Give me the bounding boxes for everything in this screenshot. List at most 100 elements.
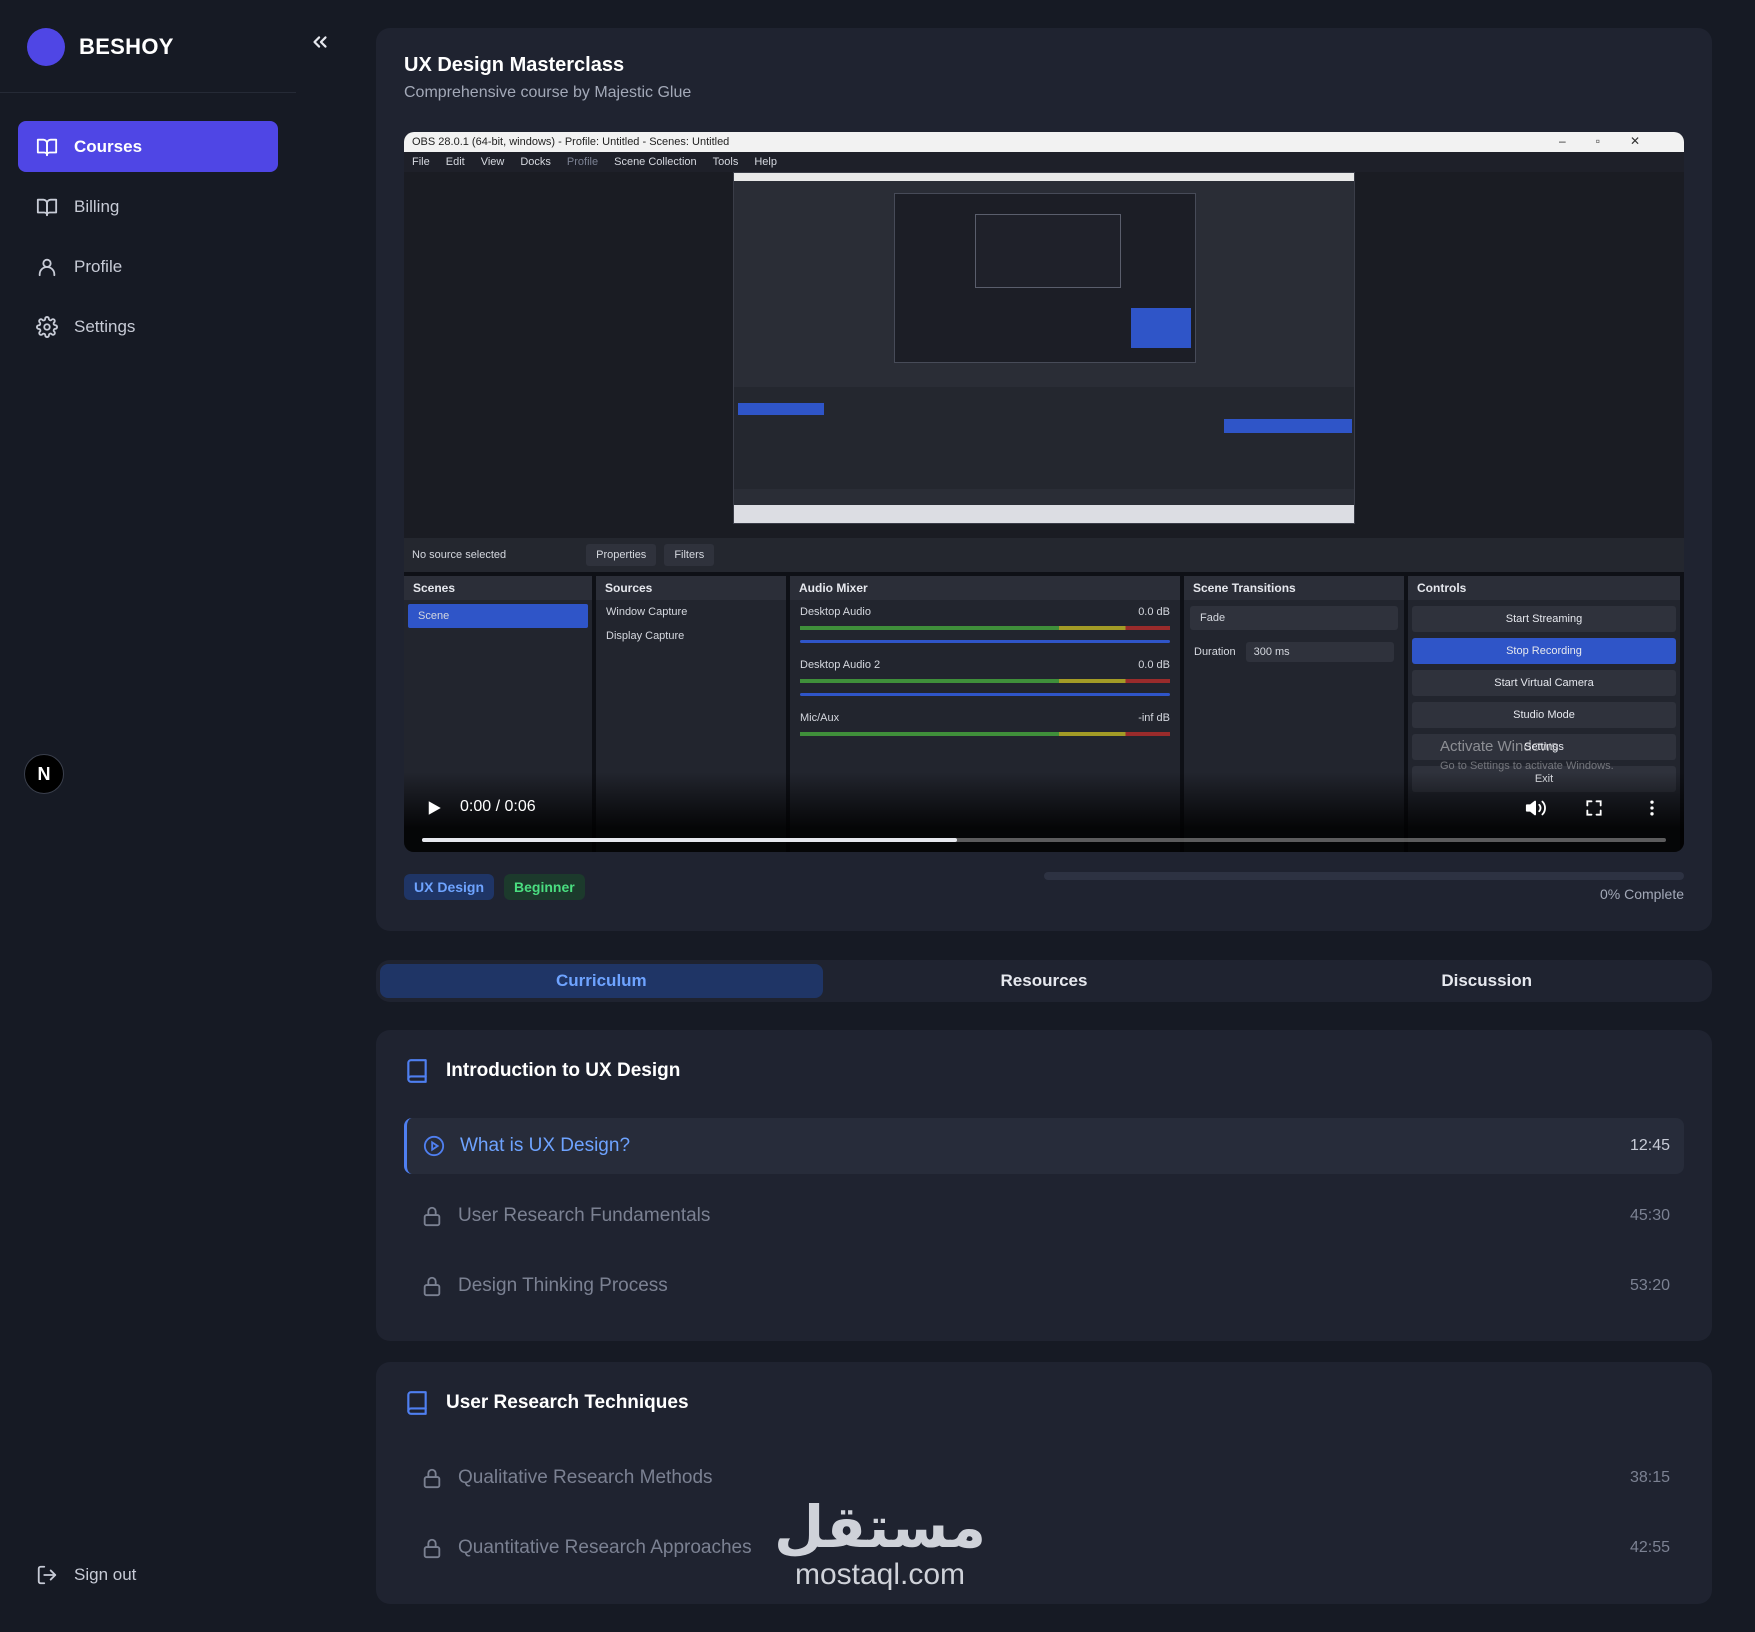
course-progress-label: 0% Complete: [1599, 886, 1684, 902]
chevrons-left-icon: [313, 36, 327, 48]
lesson-item[interactable]: User Research Fundamentals 45:30: [404, 1188, 1684, 1244]
mixer-meter: [800, 679, 1170, 683]
sidebar-item-profile[interactable]: Profile: [18, 241, 278, 292]
transition-duration-value: 300 ms: [1245, 642, 1394, 662]
sign-out-label: Sign out: [74, 1565, 137, 1584]
obs-window-controls: –▫✕: [1559, 134, 1670, 148]
obs-start-streaming: Start Streaming: [1412, 606, 1676, 632]
lesson-title: Design Thinking Process: [458, 1275, 668, 1296]
video-time: 0:00 / 0:06: [460, 798, 536, 815]
video-player[interactable]: OBS 28.0.1 (64-bit, windows) - Profile: …: [404, 132, 1684, 852]
tab-curriculum[interactable]: Curriculum: [380, 964, 823, 998]
obs-menu-item: Docks: [520, 156, 551, 168]
sidebar: BESHOY Courses Billing Profile Settings: [0, 0, 296, 1632]
play-icon: [428, 801, 441, 815]
sidebar-divider: [0, 92, 296, 93]
user-icon: [36, 256, 58, 278]
activate-windows-title: Activate Windows: [1440, 738, 1559, 755]
activate-windows-sub: Go to Settings to activate Windows.: [1440, 760, 1614, 772]
module-header[interactable]: Introduction to UX Design: [404, 1058, 680, 1084]
lesson-duration: 45:30: [1629, 1207, 1670, 1224]
mixer-meter: [800, 626, 1170, 630]
lesson-duration: 12:45: [1629, 1137, 1670, 1154]
module-title: Introduction to UX Design: [446, 1060, 681, 1081]
volume-button[interactable]: [1524, 796, 1548, 820]
lesson-duration: 42:55: [1629, 1539, 1670, 1556]
lesson-title: Qualitative Research Methods: [458, 1467, 713, 1488]
sidebar-item-label: Settings: [74, 316, 136, 336]
volume-icon: [1525, 800, 1546, 816]
module-header[interactable]: User Research Techniques: [404, 1390, 689, 1416]
fullscreen-icon: [1586, 800, 1602, 816]
mixer-channel: Desktop Audio 2 0.0 dB: [790, 653, 1180, 677]
obs-menu-item: Help: [754, 156, 777, 168]
course-tags: UX Design Beginner: [404, 874, 585, 900]
transition-type: Fade: [1190, 606, 1398, 630]
obs-status-text: No source selected: [412, 549, 507, 561]
more-options-button[interactable]: [1640, 796, 1664, 820]
obs-menu-item: Edit: [445, 156, 465, 168]
mixer-channel-name: Desktop Audio: [800, 606, 871, 618]
dock-title: Audio Mixer: [790, 576, 1180, 600]
sidebar-nav: Courses Billing Profile Settings: [18, 121, 278, 361]
gear-icon: [36, 315, 58, 338]
module-title: User Research Techniques: [446, 1392, 689, 1413]
watermark: مستقل mostaql.com: [770, 1496, 990, 1592]
mixer-channel-level: 0.0 dB: [1138, 606, 1170, 618]
sidebar-item-billing[interactable]: Billing: [18, 181, 278, 232]
transition-duration: Duration 300 ms: [1184, 636, 1404, 668]
collapse-sidebar-button[interactable]: [306, 28, 334, 56]
obs-start-virtual-camera: Start Virtual Camera: [1412, 670, 1676, 696]
dock-title: Scene Transitions: [1184, 576, 1404, 600]
sidebar-item-label: Profile: [74, 256, 123, 276]
lesson-item[interactable]: Design Thinking Process 53:20: [404, 1258, 1684, 1314]
sign-out-button[interactable]: Sign out: [36, 1564, 136, 1586]
lesson-item[interactable]: Qualitative Research Methods 38:15: [404, 1450, 1684, 1506]
sidebar-item-courses[interactable]: Courses: [18, 121, 278, 172]
mixer-channel-name: Desktop Audio 2: [800, 659, 881, 671]
mixer-channel-level: -inf dB: [1138, 712, 1170, 724]
book-icon: [404, 1390, 430, 1416]
mixer-slider: [800, 640, 1170, 643]
avatar[interactable]: N: [24, 754, 64, 794]
lock-icon: [420, 1204, 444, 1228]
course-progress-bar: [1044, 872, 1684, 880]
dock-scene-item: Scene: [408, 604, 588, 628]
lock-icon: [420, 1466, 444, 1490]
obs-filters-chip: Filters: [664, 544, 715, 566]
nested-window: [894, 193, 1196, 363]
book-icon: [404, 1058, 430, 1084]
mixer-channel: Desktop Audio 0.0 dB: [790, 600, 1180, 624]
course-subtitle: Comprehensive course by Majestic Glue: [404, 84, 692, 101]
obs-menu-item: Profile: [566, 156, 599, 168]
lesson-item[interactable]: Quantitative Research Approaches 42:55: [404, 1520, 1684, 1576]
obs-menu-item: File: [412, 156, 430, 168]
more-vertical-icon: [1650, 800, 1654, 816]
watermark-logo: مستقل: [773, 1493, 987, 1561]
sidebar-item-settings[interactable]: Settings: [18, 301, 278, 352]
fullscreen-button[interactable]: [1582, 796, 1606, 820]
obs-properties-chip: Properties: [586, 544, 657, 566]
mixer-channel-level: 0.0 dB: [1138, 659, 1170, 671]
brand[interactable]: BESHOY: [27, 28, 174, 66]
seek-bar[interactable]: [422, 838, 1666, 842]
book-icon: [36, 196, 58, 218]
obs-titlebar: OBS 28.0.1 (64-bit, windows) - Profile: …: [404, 132, 1684, 152]
video-controls: 0:00 / 0:06: [404, 772, 1684, 852]
dock-source-item: Window Capture: [606, 606, 688, 618]
module-card: Introduction to UX Design What is UX Des…: [376, 1030, 1712, 1341]
mixer-slider: [800, 693, 1170, 696]
tab-resources[interactable]: Resources: [823, 964, 1266, 998]
course-hero-card: UX Design Masterclass Comprehensive cour…: [376, 28, 1712, 931]
obs-menu-item: View: [480, 156, 505, 168]
obs-menu-item: Tools: [712, 156, 739, 168]
lesson-item[interactable]: What is UX Design? 12:45: [404, 1118, 1684, 1174]
tab-discussion[interactable]: Discussion: [1265, 964, 1708, 998]
nested-docks: [734, 387, 1354, 489]
lock-icon: [420, 1536, 444, 1560]
mixer-channel: Mic/Aux -inf dB: [790, 706, 1180, 730]
nested-window-inner: [975, 214, 1121, 288]
nested-scene-selected: [738, 403, 824, 415]
play-button[interactable]: [422, 796, 446, 820]
book-open-icon: [36, 136, 58, 158]
